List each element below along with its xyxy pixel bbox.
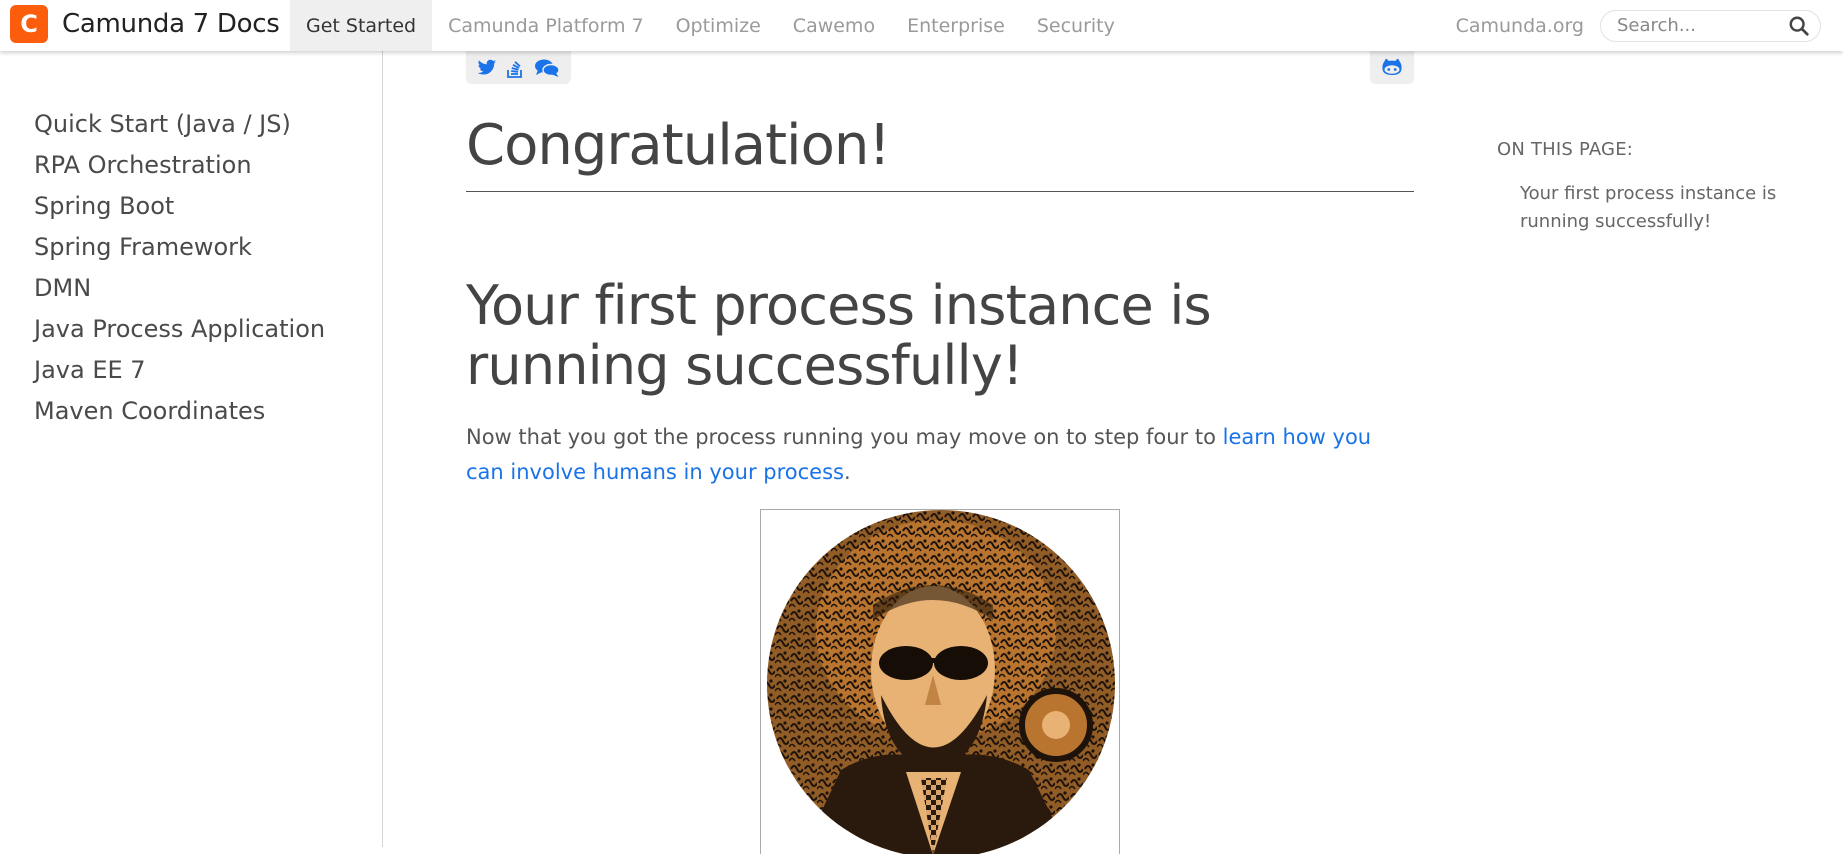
sidebar: Quick Start (Java / JS) RPA Orchestratio… (0, 51, 383, 847)
toc-item-first-process[interactable]: Your first process instance is running s… (1520, 180, 1790, 236)
share-bar (466, 51, 571, 84)
paragraph-end: . (843, 460, 851, 484)
section-heading: Your first process instance is running s… (466, 274, 1212, 398)
paragraph-text: Now that you got the process running you… (466, 425, 1223, 449)
nav-right: Camunda.org (1456, 0, 1821, 51)
twitter-icon[interactable] (477, 59, 497, 77)
sidebar-list: Quick Start (Java / JS) RPA Orchestratio… (0, 51, 382, 432)
table-of-contents: ON THIS PAGE: Your first process instanc… (1497, 51, 1797, 236)
top-navbar: C Camunda 7 Docs Get Started Camunda Pla… (0, 0, 1843, 51)
nav-item-get-started[interactable]: Get Started (290, 0, 433, 51)
sidebar-item-quick-start[interactable]: Quick Start (Java / JS) (0, 104, 382, 145)
brand-title: Camunda 7 Docs (62, 9, 280, 39)
search-input[interactable] (1617, 15, 1788, 36)
brand-link[interactable]: C Camunda 7 Docs (10, 5, 280, 43)
sidebar-item-maven-coordinates[interactable]: Maven Coordinates (0, 391, 382, 432)
primary-nav: Get Started Camunda Platform 7 Optimize … (290, 0, 1131, 51)
search-box (1600, 9, 1821, 42)
stack-overflow-icon[interactable] (507, 58, 523, 78)
page-title: Congratulation! (466, 115, 1414, 192)
sidebar-item-java-ee-7[interactable]: Java EE 7 (0, 350, 382, 391)
nav-item-cawemo[interactable]: Cawemo (777, 0, 891, 51)
camunda-logo-icon: C (10, 5, 48, 43)
nav-item-optimize[interactable]: Optimize (660, 0, 777, 51)
intro-paragraph: Now that you got the process running you… (466, 420, 1414, 490)
search-icon[interactable] (1788, 15, 1810, 37)
github-icon[interactable] (1381, 58, 1403, 78)
toc-title: ON THIS PAGE: (1497, 139, 1634, 160)
sidebar-item-dmn[interactable]: DMN (0, 268, 382, 309)
nav-item-enterprise[interactable]: Enterprise (891, 0, 1021, 51)
forum-icon[interactable] (534, 58, 560, 78)
portrait-artwork (767, 510, 1115, 854)
portrait-image (760, 509, 1120, 854)
camunda-org-link[interactable]: Camunda.org (1456, 15, 1584, 37)
github-bar (1370, 51, 1414, 84)
sidebar-item-java-process-application[interactable]: Java Process Application (0, 309, 382, 350)
sidebar-item-spring-framework[interactable]: Spring Framework (0, 227, 382, 268)
sidebar-item-spring-boot[interactable]: Spring Boot (0, 186, 382, 227)
sidebar-item-rpa-orchestration[interactable]: RPA Orchestration (0, 145, 382, 186)
nav-item-security[interactable]: Security (1021, 0, 1131, 51)
nav-item-camunda-platform-7[interactable]: Camunda Platform 7 (432, 0, 660, 51)
